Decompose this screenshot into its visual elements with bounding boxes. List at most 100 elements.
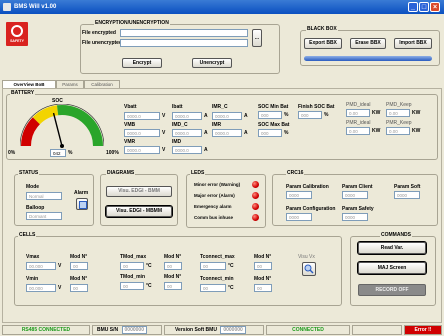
- app-icon: [3, 3, 11, 11]
- vmr-unit: V: [162, 147, 166, 153]
- logo-mark-icon: [11, 25, 23, 37]
- unencrypt-button[interactable]: Unencrypt: [192, 58, 232, 68]
- pmr-keep-value: 0.00: [386, 127, 410, 135]
- browse-button[interactable]: ...: [252, 29, 262, 47]
- pmd-keep-label: PMD_Keep: [386, 102, 412, 108]
- visu-edgi-bmm-button[interactable]: Visu. EDGI - BMM: [106, 186, 172, 197]
- error-status: Error !!: [404, 325, 442, 335]
- vmin-label: Vmin: [26, 276, 39, 282]
- soc-value: 042: [50, 149, 66, 157]
- vmin-mod-label: Mod N°: [70, 276, 88, 282]
- maj-screen-button[interactable]: MAJ Screen: [357, 261, 427, 275]
- alarm-label: Alarm: [74, 190, 89, 196]
- maximize-button[interactable]: □: [419, 2, 429, 12]
- vmax-mod-label: Mod N°: [70, 254, 88, 260]
- visu-vx-button[interactable]: [302, 262, 316, 276]
- soc-min-bat-unit: %: [284, 112, 289, 118]
- version-value: 0000000: [220, 326, 246, 334]
- tab-calibration[interactable]: Calibration: [84, 80, 120, 88]
- tconnect-max-mod-value: 00: [254, 262, 272, 270]
- vmax-value: 00.000: [26, 262, 56, 270]
- imd-c-value: 0000.0: [172, 129, 202, 137]
- version-field: Version Soft BMU 0000000: [164, 325, 264, 335]
- crc16-title: CRC16: [286, 170, 305, 176]
- finish-soc-bat-label: Finish SOC Bat: [298, 104, 335, 110]
- pmr-keep-unit: KW: [412, 128, 421, 134]
- pmd-ideal-unit: KW: [372, 110, 381, 116]
- ibatt-label: Ibatt: [172, 104, 183, 110]
- export-bbx-button[interactable]: Export BBX: [304, 38, 342, 49]
- vmb-value: 0000.0: [124, 129, 160, 137]
- tab-params[interactable]: Params: [56, 80, 84, 88]
- imr-c-unit: A: [244, 113, 248, 119]
- ibatt-value: 0000.0: [172, 112, 202, 120]
- led-label-comm-bus: Comm bus inhuse: [194, 215, 234, 220]
- blackbox-title: BLACK BOX: [306, 26, 338, 32]
- tmod-max-value: 00: [120, 262, 144, 270]
- vmr-label: VMR: [124, 139, 136, 145]
- vmin-unit: V: [58, 285, 62, 291]
- tmod-min-unit: °C: [146, 283, 152, 289]
- imd-c-unit: A: [204, 130, 208, 136]
- vmb-label: VMB: [124, 122, 136, 128]
- balloop-label: Balloop: [26, 205, 45, 211]
- read-var-button[interactable]: Read Var.: [357, 241, 427, 255]
- led-emergency-alarm: [252, 203, 259, 210]
- imr-c-label: IMR_C: [212, 104, 228, 110]
- visu-edgi-mbmm-button[interactable]: Visu. EDGI - MBMM: [105, 205, 173, 218]
- record-off-button[interactable]: RECORD OFF: [358, 284, 426, 296]
- tconnect-min-label: Tconnect_min: [200, 276, 234, 282]
- erase-bbx-button[interactable]: Erase BBX: [350, 38, 386, 49]
- file-unencrypted-label: File unencrypted: [82, 40, 123, 46]
- tmod-min-label: TMod_min: [120, 274, 145, 280]
- soc-min-bat-value: 000: [258, 111, 282, 119]
- tconnect-min-value: 00: [200, 284, 226, 292]
- param-soft-label: Param Soft: [394, 184, 421, 190]
- led-label-emergency: Emergency alarm: [194, 204, 232, 209]
- param-client-label: Param Client: [342, 184, 373, 190]
- ibatt-unit: A: [204, 113, 208, 119]
- gauge-min-label: 0%: [8, 150, 16, 156]
- vmax-unit: V: [58, 263, 62, 269]
- tab-overview-bob[interactable]: OverView BoB: [2, 80, 56, 88]
- tconnect-max-unit: °C: [228, 263, 234, 269]
- version-label: Version Soft BMU: [175, 327, 217, 333]
- window-title: BMS Will v1.00: [14, 4, 57, 10]
- pmd-ideal-label: PMD_ideal: [346, 102, 371, 108]
- led-major-error: [252, 192, 259, 199]
- commands-title: COMMANDS: [380, 232, 412, 238]
- pmr-ideal-unit: KW: [372, 128, 381, 134]
- leds-title: LEDS: [190, 170, 206, 176]
- imd-value: 0000.0: [172, 146, 202, 154]
- status-title: STATUS: [18, 170, 40, 176]
- minimize-button[interactable]: _: [408, 2, 418, 12]
- finish-soc-bat-value: 000: [298, 111, 322, 119]
- logo: SAFETY: [6, 22, 28, 46]
- file-unencrypted-input[interactable]: [120, 39, 248, 47]
- connected-status: CONNECTED: [266, 325, 350, 335]
- import-bbx-button[interactable]: Import BBX: [394, 38, 432, 49]
- close-button[interactable]: ×: [430, 2, 440, 12]
- cells-panel: [14, 236, 342, 306]
- magnifier-icon: [304, 264, 314, 274]
- tmod-max-label: TMod_max: [120, 254, 147, 260]
- file-encrypted-input[interactable]: [120, 29, 248, 37]
- title-bar: BMS Will v1.00 _ □ ×: [0, 0, 444, 14]
- imr-unit: A: [244, 130, 248, 136]
- tmod-min-mod-label: Mod N°: [164, 274, 182, 280]
- gauge-max-label: 100%: [106, 150, 119, 156]
- bmu-sn-field: BMU S/N 0000000: [92, 325, 162, 335]
- tconnect-max-mod-label: Mod N°: [254, 254, 272, 260]
- tconnect-max-label: Tconnect_max: [200, 254, 235, 260]
- imr-value: 0000.0: [212, 129, 242, 137]
- tmod-min-mod-value: 00: [164, 282, 182, 290]
- encryption-title: ENCRYPTION/UNENCRYPTION: [94, 20, 170, 26]
- imr-label: IMR: [212, 122, 222, 128]
- encrypt-button[interactable]: Encrypt: [122, 58, 162, 68]
- param-soft-value: 0000: [394, 191, 420, 199]
- soc-max-bat-unit: %: [284, 130, 289, 136]
- imd-label: IMD: [172, 139, 182, 145]
- rs485-status: RS485 CONNECTED: [2, 325, 90, 335]
- alarm-button[interactable]: [76, 198, 88, 210]
- tmod-max-mod-label: Mod N°: [164, 254, 182, 260]
